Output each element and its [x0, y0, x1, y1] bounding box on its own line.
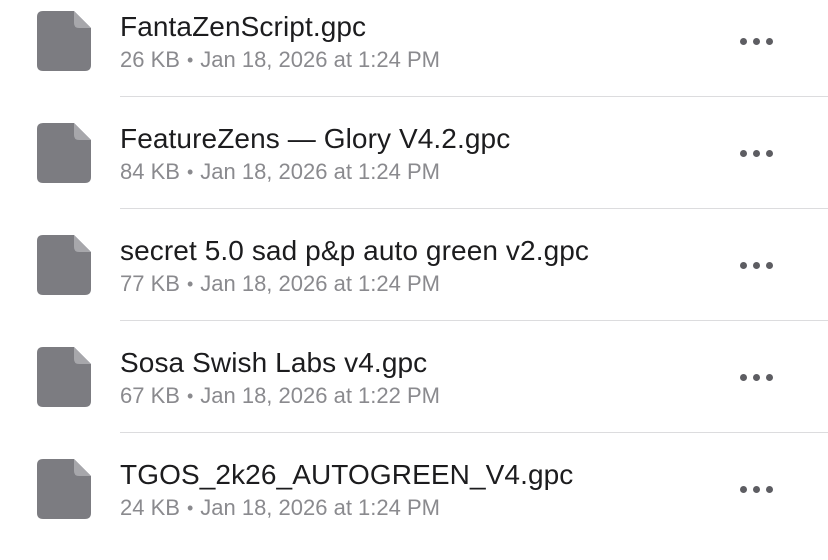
divider: [120, 96, 828, 97]
meta-separator: •: [186, 498, 194, 518]
ellipsis-icon: [765, 37, 773, 45]
more-options-button[interactable]: [728, 475, 784, 503]
file-name: FeatureZens — Glory V4.2.gpc: [120, 123, 511, 154]
file-name: Sosa Swish Labs v4.gpc: [120, 347, 428, 378]
more-options-button[interactable]: [728, 251, 784, 279]
file-size: 67 KB: [120, 383, 180, 408]
ellipsis-icon: [739, 261, 747, 269]
file-meta: 77 KB • Jan 18, 2026 at 1:24 PM: [120, 270, 440, 299]
document-icon: [37, 235, 91, 295]
more-options-button[interactable]: [728, 139, 784, 167]
file-meta: 26 KB • Jan 18, 2026 at 1:24 PM: [120, 46, 440, 75]
file-row[interactable]: Sosa Swish Labs v4.gpc 67 KB • Jan 18, 202…: [0, 336, 828, 448]
file-row[interactable]: FeatureZens — Glory V4.2.gpc 84 KB • Jan 1…: [0, 112, 828, 224]
file-size: 77 KB: [120, 271, 180, 296]
document-icon: [37, 459, 91, 519]
file-size: 84 KB: [120, 159, 180, 184]
more-options-button[interactable]: [728, 27, 784, 55]
file-date: Jan 18, 2026 at 1:24 PM: [200, 271, 440, 296]
file-row[interactable]: FantaZenScript.gpc 26 KB • Jan 18, 2026 at…: [0, 0, 828, 112]
ellipsis-icon: [739, 485, 747, 493]
ellipsis-icon: [765, 149, 773, 157]
file-row[interactable]: TGOS_2k26_AUTOGREEN_V4.gpc 24 KB • Jan 18,…: [0, 448, 828, 560]
file-name: TGOS_2k26_AUTOGREEN_V4.gpc: [120, 459, 574, 490]
file-name: secret 5.0 sad p&p auto green v2.gpc: [120, 235, 590, 266]
ellipsis-icon: [765, 373, 773, 381]
meta-separator: •: [186, 50, 194, 70]
ellipsis-icon: [765, 261, 773, 269]
meta-separator: •: [186, 162, 194, 182]
ellipsis-icon: [752, 37, 760, 45]
file-date: Jan 18, 2026 at 1:22 PM: [200, 383, 440, 408]
ellipsis-icon: [739, 149, 747, 157]
file-size: 26 KB: [120, 47, 180, 72]
ellipsis-icon: [752, 485, 760, 493]
divider: [120, 432, 828, 433]
document-icon: [37, 123, 91, 183]
file-size: 24 KB: [120, 495, 180, 520]
document-icon: [37, 11, 91, 71]
file-meta: 67 KB • Jan 18, 2026 at 1:22 PM: [120, 382, 440, 411]
meta-separator: •: [186, 274, 194, 294]
ellipsis-icon: [739, 37, 747, 45]
ellipsis-icon: [752, 261, 760, 269]
file-meta: 24 KB • Jan 18, 2026 at 1:24 PM: [120, 494, 440, 523]
divider: [120, 320, 828, 321]
file-date: Jan 18, 2026 at 1:24 PM: [200, 495, 440, 520]
file-meta: 84 KB • Jan 18, 2026 at 1:24 PM: [120, 158, 440, 187]
document-icon: [37, 347, 91, 407]
divider: [120, 208, 828, 209]
file-date: Jan 18, 2026 at 1:24 PM: [200, 159, 440, 184]
file-date: Jan 18, 2026 at 1:24 PM: [200, 47, 440, 72]
ellipsis-icon: [765, 485, 773, 493]
ellipsis-icon: [752, 149, 760, 157]
file-row[interactable]: secret 5.0 sad p&p auto green v2.gpc 77 …: [0, 224, 828, 336]
file-list: FantaZenScript.gpc 26 KB • Jan 18, 2026 at…: [0, 0, 828, 535]
meta-separator: •: [186, 386, 194, 406]
ellipsis-icon: [739, 373, 747, 381]
ellipsis-icon: [752, 373, 760, 381]
file-name: FantaZenScript.gpc: [120, 11, 367, 42]
more-options-button[interactable]: [728, 363, 784, 391]
